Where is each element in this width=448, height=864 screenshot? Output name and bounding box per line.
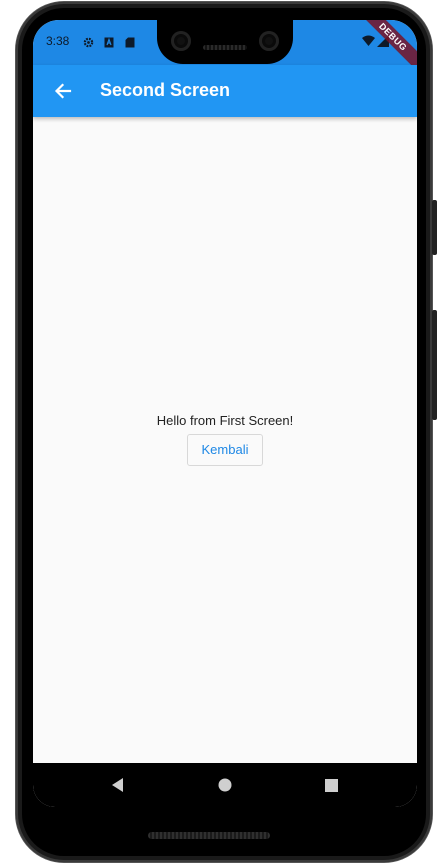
settings-gear-icon	[83, 35, 94, 48]
kembali-button[interactable]: Kembali	[186, 433, 264, 466]
nav-back-button[interactable]	[88, 763, 148, 807]
earpiece-speaker	[203, 45, 247, 50]
page-title: Second Screen	[100, 80, 231, 100]
arrow-back-icon	[54, 82, 72, 100]
front-camera-right-icon	[259, 31, 279, 51]
wifi-icon	[362, 34, 375, 46]
triangle-back-icon	[111, 777, 125, 793]
device-screen: 3:38 DEBUG Second Screen Hello from Firs…	[33, 20, 417, 807]
status-time: 3:38	[46, 34, 70, 48]
sd-card-icon	[125, 35, 136, 48]
main-content: Hello from First Screen! Kembali	[33, 117, 417, 763]
app-bar: Second Screen	[33, 65, 417, 117]
a-notification-icon	[104, 35, 115, 48]
system-nav-bar	[33, 763, 417, 807]
back-button[interactable]	[43, 71, 83, 111]
power-button	[432, 200, 437, 255]
greeting-message: Hello from First Screen!	[156, 412, 294, 428]
front-camera-left-icon	[171, 31, 191, 51]
status-bar: 3:38 DEBUG	[33, 20, 417, 78]
square-recents-icon	[324, 778, 338, 792]
bottom-speaker-grill	[148, 832, 270, 839]
volume-button	[432, 310, 437, 420]
nav-recents-button[interactable]	[301, 763, 361, 807]
nav-home-button[interactable]	[195, 763, 255, 807]
circle-home-icon	[218, 778, 232, 792]
camera-notch	[157, 20, 293, 64]
